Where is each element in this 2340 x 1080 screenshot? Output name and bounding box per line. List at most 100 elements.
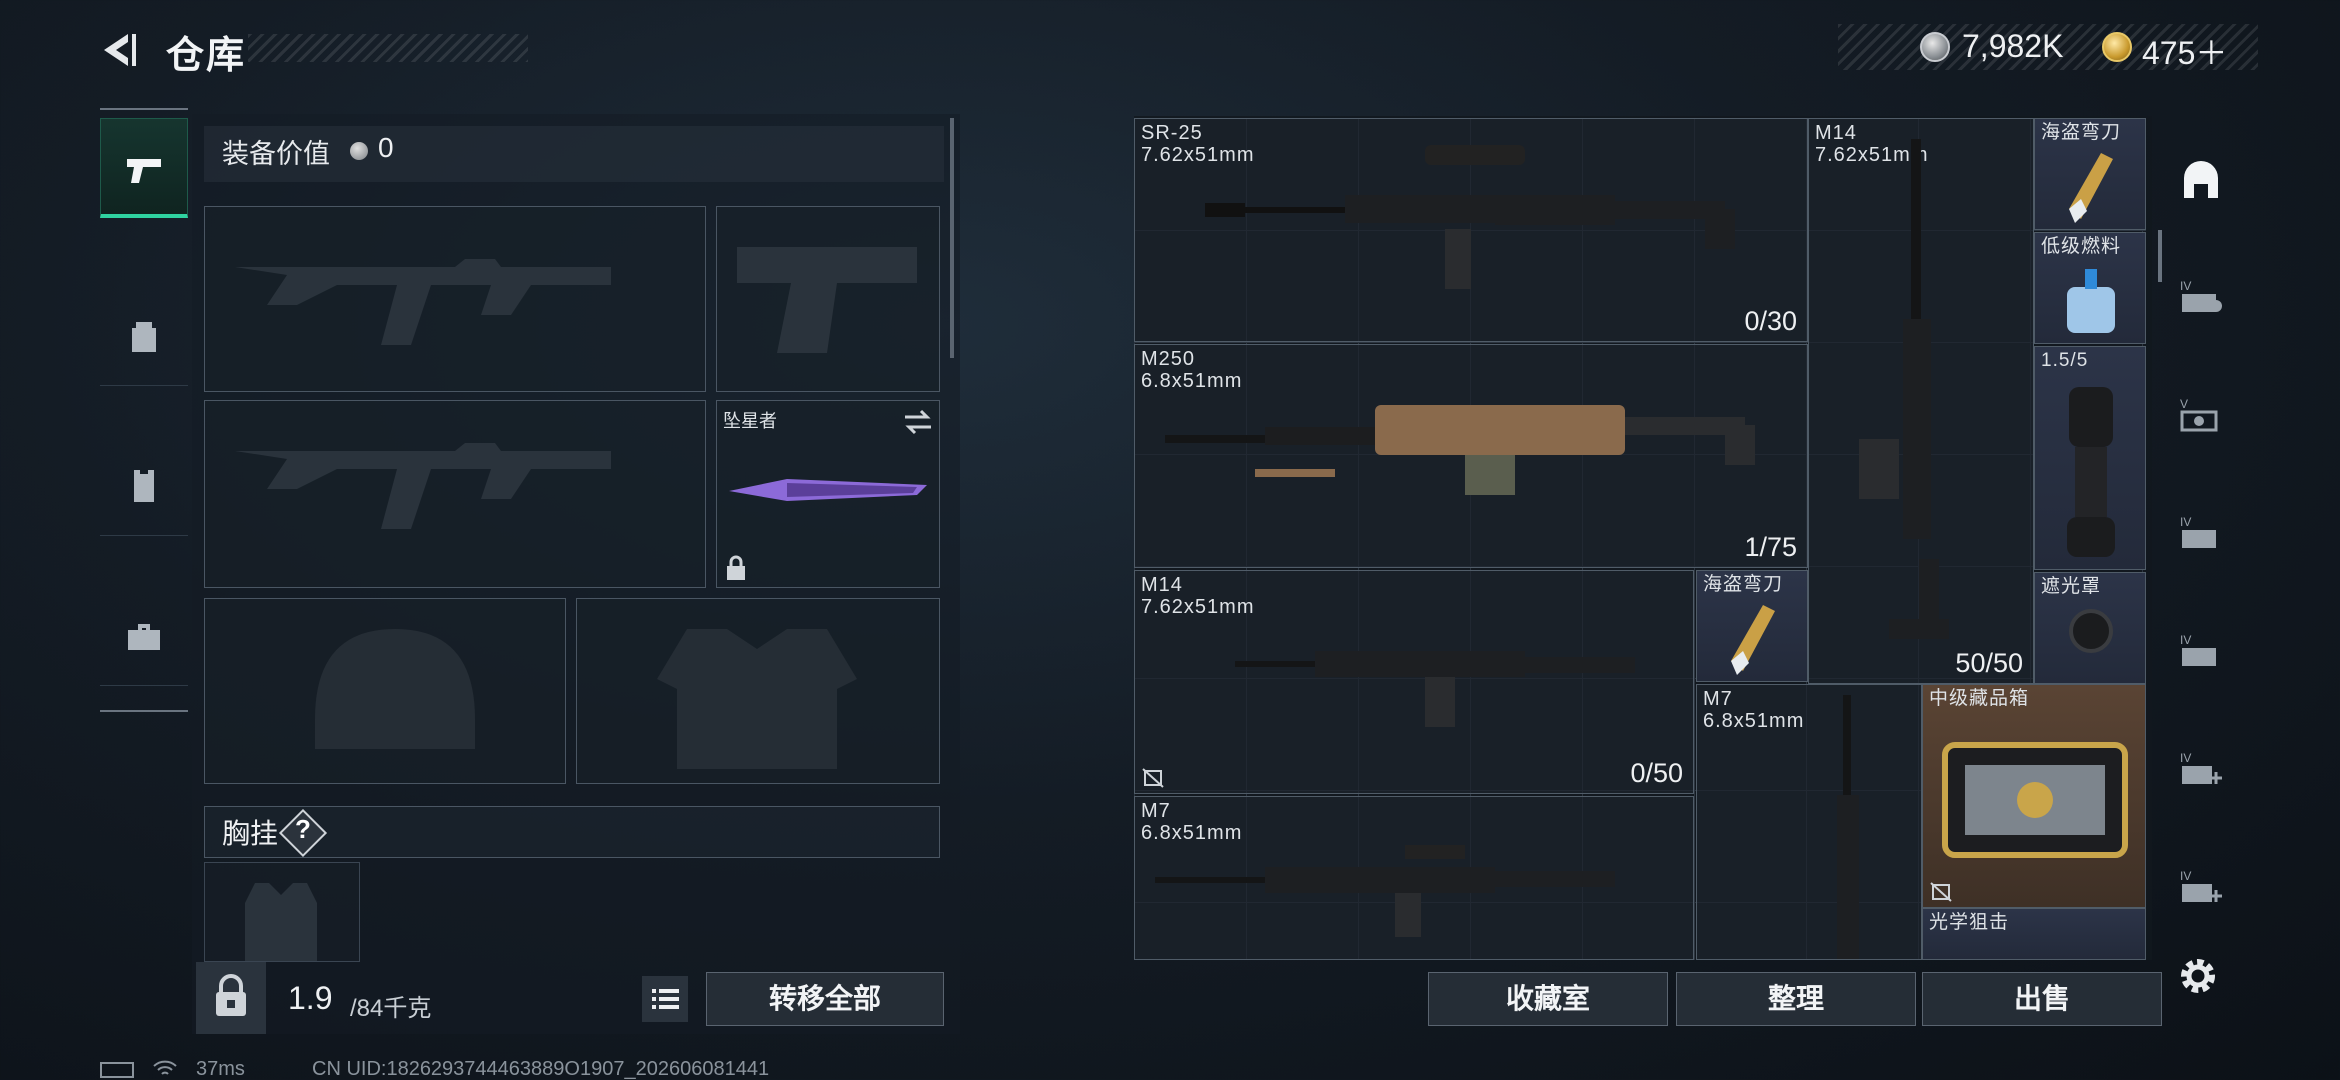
stash-item-m14[interactable]: M14 7.62x51mm 0/50 — [1134, 570, 1694, 794]
fuel-canister-icon — [2067, 269, 2115, 333]
stash-tab-6[interactable]: IV — [2168, 830, 2234, 940]
silver-currency-value: 7,982K — [1962, 28, 2064, 64]
rail-tab-vest[interactable] — [100, 436, 188, 536]
lens-hood-icon — [2069, 609, 2113, 653]
stash-tab-2[interactable]: V — [2168, 358, 2234, 468]
swap-icon[interactable] — [903, 409, 933, 435]
lock-button[interactable] — [196, 962, 266, 1034]
stash-tab-iv-plus-icon: IV — [2180, 869, 2222, 902]
help-icon-glyph: ? — [295, 814, 311, 844]
stash-tab-iv-folder-icon: IV — [2180, 633, 2216, 666]
chest-rig-silhouette-icon — [245, 883, 317, 961]
briefcase-icon — [128, 624, 160, 650]
silver-coin-icon — [350, 142, 368, 160]
stash-item-m14-vertical[interactable]: M14 7.62x51mm 50/50 — [1808, 118, 2034, 684]
stash-tab-v-camera-icon: V — [2180, 397, 2218, 432]
stash-item-m250[interactable]: M250 6.8x51mm 1/75 — [1134, 344, 1808, 568]
sr25-rifle-icon — [1205, 145, 1735, 289]
item-ammo: 7.62x51mm — [1141, 596, 1255, 618]
stash-item-lens-hood[interactable]: 遮光罩 — [2034, 572, 2146, 684]
item-name: SR-25 — [1141, 122, 1203, 144]
stash-tab-5[interactable]: IV — [2168, 712, 2234, 822]
carry-weight-max: /84千克 — [350, 995, 432, 1022]
stash-item-mid-collection-box[interactable]: 中级藏品箱 — [1922, 684, 2146, 908]
page-title: 仓库 — [166, 35, 247, 77]
gold-currency-value[interactable]: 475＋ — [2142, 28, 2227, 74]
stash-item-pirate-knife[interactable]: 海盗弯刀 — [2034, 118, 2146, 230]
stash-tab-3[interactable]: IV — [2168, 476, 2234, 586]
rail-bottom-divider — [100, 710, 188, 712]
svg-text:V: V — [2180, 397, 2188, 411]
m14-rifle-icon — [1235, 651, 1635, 727]
item-name: M7 — [1141, 800, 1171, 822]
no-insure-icon — [1930, 882, 1952, 902]
item-ammo-count: 1/75 — [1744, 532, 1797, 562]
stash-item-pirate-knife-2[interactable]: 海盗弯刀 — [1696, 570, 1808, 682]
item-ammo-count: 50/50 — [1955, 648, 2023, 678]
stash-item-m7-vertical[interactable]: M7 6.8x51mm — [1696, 684, 1922, 960]
item-name: 中级藏品箱 — [1929, 688, 2030, 709]
helmet-slot[interactable] — [204, 598, 566, 784]
settings-button[interactable] — [2176, 954, 2220, 998]
stash-item-sr25[interactable]: SR-25 7.62x51mm 0/30 — [1134, 118, 1808, 342]
melee-slot[interactable]: 坠星者 — [716, 400, 940, 588]
stash-scrollbar[interactable] — [2158, 230, 2162, 282]
back-arrow-icon — [104, 34, 136, 66]
chest-rig-slot[interactable] — [204, 862, 360, 962]
svg-text:IV: IV — [2180, 869, 2191, 883]
battery-icon — [100, 1062, 134, 1078]
item-name: M250 — [1141, 348, 1196, 370]
pistol-icon — [127, 159, 161, 183]
list-icon — [652, 989, 679, 1009]
item-name: 低级燃料 — [2041, 236, 2122, 257]
helmet-silhouette-icon — [315, 629, 475, 749]
rail-tab-briefcase[interactable] — [100, 586, 188, 686]
stash-item-scope-1-5x[interactable]: 1.5/5 — [2034, 346, 2146, 570]
item-name: 海盗弯刀 — [2041, 122, 2122, 143]
svg-text:IV: IV — [2180, 633, 2191, 647]
user-uid: CN UID:1826293744463889O1907_20260608144… — [312, 1058, 770, 1080]
armor-silhouette-icon — [657, 629, 857, 769]
organize-button[interactable]: 整理 — [1676, 972, 1916, 1026]
rail-tab-weapons[interactable] — [100, 118, 188, 218]
armor-slot[interactable] — [576, 598, 940, 784]
stash-item-m7[interactable]: M7 6.8x51mm — [1134, 796, 1694, 960]
item-name: 光学狙击 — [1929, 912, 2010, 933]
carry-weight-value: 1.9 — [288, 980, 333, 1016]
item-name: 1.5/5 — [2041, 350, 2089, 371]
collection-room-button[interactable]: 收藏室 — [1428, 972, 1668, 1026]
sidearm-slot[interactable] — [716, 206, 940, 392]
stash-tab-home[interactable] — [2168, 124, 2234, 234]
stash-tab-iv-folder-icon: IV — [2180, 515, 2216, 548]
item-name: M7 — [1703, 688, 1733, 710]
loadout-scrollbar[interactable] — [950, 118, 954, 358]
stash-tab-iv-plus-icon: IV — [2180, 751, 2222, 784]
secondary-weapon-slot[interactable] — [204, 400, 706, 588]
stash-tab-1[interactable]: IV — [2168, 240, 2234, 350]
m250-rifle-icon — [1165, 405, 1755, 495]
title-decoration — [248, 34, 528, 62]
rail-tab-backpack[interactable] — [100, 286, 188, 386]
stash-tab-4[interactable]: IV — [2168, 594, 2234, 704]
stash-item-optical-sniper[interactable]: 光学狙击 — [1922, 908, 2146, 960]
weight-lock-icon — [216, 974, 246, 1016]
m14-rifle-vertical-icon — [1859, 139, 1949, 639]
back-button[interactable] — [98, 28, 142, 72]
transfer-all-button[interactable]: 转移全部 — [706, 972, 944, 1026]
item-ammo-count: 0/50 — [1630, 758, 1683, 788]
chest-rig-label: 胸挂 — [222, 818, 279, 849]
item-ammo-count: 0/30 — [1744, 306, 1797, 336]
primary-weapon-slot[interactable] — [204, 206, 706, 392]
item-name: 遮光罩 — [2041, 576, 2102, 597]
backpack-icon — [132, 322, 156, 352]
scope-icon — [2067, 387, 2115, 557]
curved-knife-icon — [2069, 153, 2113, 223]
melee-name: 坠星者 — [723, 411, 777, 431]
svg-text:IV: IV — [2180, 515, 2191, 529]
rail-top-divider — [100, 108, 188, 110]
silver-coin-icon — [1920, 32, 1950, 62]
ping-value: 37ms — [196, 1058, 245, 1080]
sell-button[interactable]: 出售 — [1922, 972, 2162, 1026]
stash-item-low-fuel[interactable]: 低级燃料 — [2034, 232, 2146, 344]
list-view-button[interactable] — [642, 976, 688, 1022]
